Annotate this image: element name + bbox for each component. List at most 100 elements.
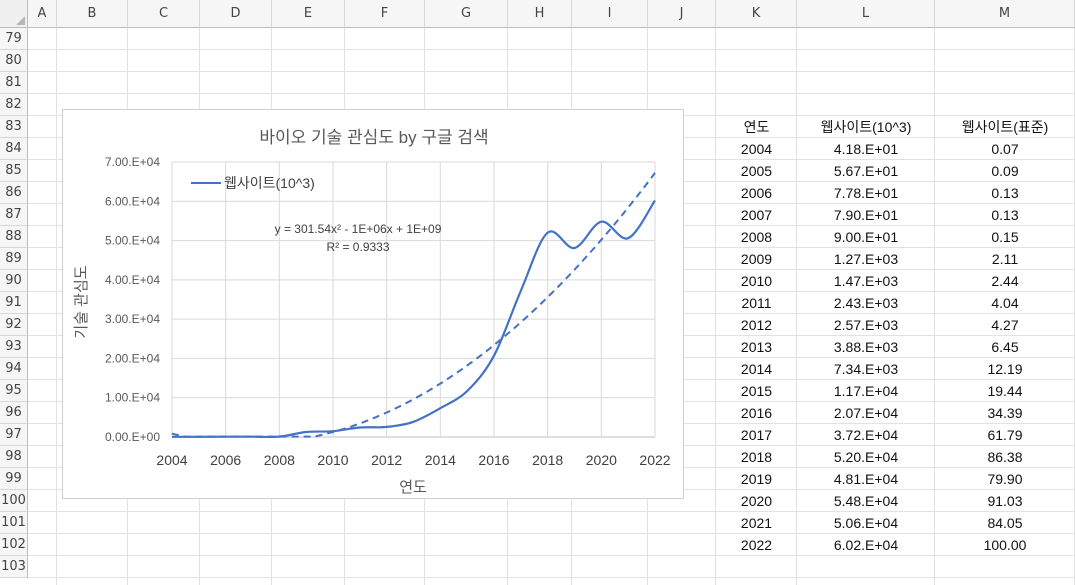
table-cell[interactable]: 5.67.E+01 — [797, 160, 935, 182]
column-header-J[interactable]: J — [648, 0, 716, 28]
row-header-93[interactable]: 93 — [0, 336, 28, 358]
row-header-100[interactable]: 100 — [0, 490, 28, 512]
column-header-A[interactable]: A — [28, 0, 57, 28]
column-header-I[interactable]: I — [572, 0, 648, 28]
row-header-82[interactable]: 82 — [0, 94, 28, 116]
row-header-87[interactable]: 87 — [0, 204, 28, 226]
table-cell[interactable]: 1.47.E+03 — [797, 270, 935, 292]
table-header-cell[interactable]: 웹사이트(10^3) — [797, 116, 935, 138]
table-cell[interactable]: 4.81.E+04 — [797, 468, 935, 490]
table-cell[interactable]: 79.90 — [935, 468, 1075, 490]
table-cell[interactable]: 7.90.E+01 — [797, 204, 935, 226]
table-cell[interactable]: 86.38 — [935, 446, 1075, 468]
column-header-H[interactable]: H — [508, 0, 572, 28]
table-cell[interactable]: 2006 — [716, 182, 797, 204]
table-cell[interactable]: 2.57.E+03 — [797, 314, 935, 336]
table-cell[interactable]: 61.79 — [935, 424, 1075, 446]
row-header-88[interactable]: 88 — [0, 226, 28, 248]
table-cell[interactable]: 2022 — [716, 534, 797, 556]
table-cell[interactable]: 0.09 — [935, 160, 1075, 182]
table-cell[interactable]: 2009 — [716, 248, 797, 270]
table-cell[interactable]: 0.13 — [935, 204, 1075, 226]
column-header-D[interactable]: D — [200, 0, 272, 28]
table-cell[interactable]: 100.00 — [935, 534, 1075, 556]
row-header-97[interactable]: 97 — [0, 424, 28, 446]
table-cell[interactable]: 91.03 — [935, 490, 1075, 512]
select-all-corner[interactable] — [0, 0, 28, 28]
table-cell[interactable]: 1.17.E+04 — [797, 380, 935, 402]
row-header-98[interactable]: 98 — [0, 446, 28, 468]
table-cell[interactable]: 2013 — [716, 336, 797, 358]
table-cell[interactable]: 3.72.E+04 — [797, 424, 935, 446]
column-header-B[interactable]: B — [57, 0, 128, 28]
row-header-81[interactable]: 81 — [0, 72, 28, 94]
table-cell[interactable]: 2.44 — [935, 270, 1075, 292]
table-cell[interactable]: 3.88.E+03 — [797, 336, 935, 358]
row-header-94[interactable]: 94 — [0, 358, 28, 380]
chart[interactable]: 0.00.E+00 1.00.E+04 2.00.E+04 3.00.E+04 4.00… — [62, 109, 684, 499]
row-header-95[interactable]: 95 — [0, 380, 28, 402]
table-cell[interactable]: 2008 — [716, 226, 797, 248]
table-cell[interactable]: 2005 — [716, 160, 797, 182]
column-header-F[interactable]: F — [345, 0, 425, 28]
table-cell[interactable]: 2.07.E+04 — [797, 402, 935, 424]
row-header-91[interactable]: 91 — [0, 292, 28, 314]
table-cell[interactable]: 2017 — [716, 424, 797, 446]
column-header-M[interactable]: M — [935, 0, 1075, 28]
table-cell[interactable]: 12.19 — [935, 358, 1075, 380]
table-cell[interactable]: 2015 — [716, 380, 797, 402]
row-header-85[interactable]: 85 — [0, 160, 28, 182]
row-header-96[interactable]: 96 — [0, 402, 28, 424]
table-cell[interactable]: 84.05 — [935, 512, 1075, 534]
row-header-86[interactable]: 86 — [0, 182, 28, 204]
table-cell[interactable]: 2012 — [716, 314, 797, 336]
table-cell[interactable]: 2019 — [716, 468, 797, 490]
table-cell[interactable]: 2011 — [716, 292, 797, 314]
table-cell[interactable]: 4.18.E+01 — [797, 138, 935, 160]
table-header-cell[interactable]: 연도 — [716, 116, 797, 138]
row-header-89[interactable]: 89 — [0, 248, 28, 270]
table-cell[interactable]: 5.20.E+04 — [797, 446, 935, 468]
table-cell[interactable]: 34.39 — [935, 402, 1075, 424]
table-cell[interactable]: 1.27.E+03 — [797, 248, 935, 270]
table-cell[interactable]: 2020 — [716, 490, 797, 512]
table-cell[interactable]: 2016 — [716, 402, 797, 424]
column-header-E[interactable]: E — [272, 0, 345, 28]
row-header-80[interactable]: 80 — [0, 50, 28, 72]
table-cell[interactable]: 2.43.E+03 — [797, 292, 935, 314]
table-cell[interactable]: 2007 — [716, 204, 797, 226]
row-header-92[interactable]: 92 — [0, 314, 28, 336]
table-cell[interactable]: 4.04 — [935, 292, 1075, 314]
table-cell[interactable]: 5.48.E+04 — [797, 490, 935, 512]
table-cell[interactable]: 2010 — [716, 270, 797, 292]
column-header-L[interactable]: L — [797, 0, 935, 28]
table-cell[interactable]: 5.06.E+04 — [797, 512, 935, 534]
row-header-99[interactable]: 99 — [0, 468, 28, 490]
table-cell[interactable]: 6.02.E+04 — [797, 534, 935, 556]
table-cell[interactable]: 2004 — [716, 138, 797, 160]
table-cell[interactable]: 7.34.E+03 — [797, 358, 935, 380]
column-header-K[interactable]: K — [716, 0, 797, 28]
row-header-90[interactable]: 90 — [0, 270, 28, 292]
table-header-cell[interactable]: 웹사이트(표준) — [935, 116, 1075, 138]
table-cell[interactable]: 2014 — [716, 358, 797, 380]
column-header-G[interactable]: G — [425, 0, 508, 28]
table-cell[interactable]: 0.15 — [935, 226, 1075, 248]
row-header-84[interactable]: 84 — [0, 138, 28, 160]
row-header-102[interactable]: 102 — [0, 534, 28, 556]
table-cell[interactable]: 2021 — [716, 512, 797, 534]
column-header-C[interactable]: C — [128, 0, 200, 28]
table-cell[interactable]: 9.00.E+01 — [797, 226, 935, 248]
table-cell[interactable]: 19.44 — [935, 380, 1075, 402]
table-cell[interactable]: 0.07 — [935, 138, 1075, 160]
table-cell[interactable]: 4.27 — [935, 314, 1075, 336]
row-header-101[interactable]: 101 — [0, 512, 28, 534]
table-cell[interactable]: 0.13 — [935, 182, 1075, 204]
table-cell[interactable]: 2.11 — [935, 248, 1075, 270]
row-header-83[interactable]: 83 — [0, 116, 28, 138]
table-cell[interactable]: 2018 — [716, 446, 797, 468]
row-header-79[interactable]: 79 — [0, 28, 28, 50]
table-cell[interactable]: 6.45 — [935, 336, 1075, 358]
row-header-103[interactable]: 103 — [0, 556, 28, 578]
table-cell[interactable]: 7.78.E+01 — [797, 182, 935, 204]
